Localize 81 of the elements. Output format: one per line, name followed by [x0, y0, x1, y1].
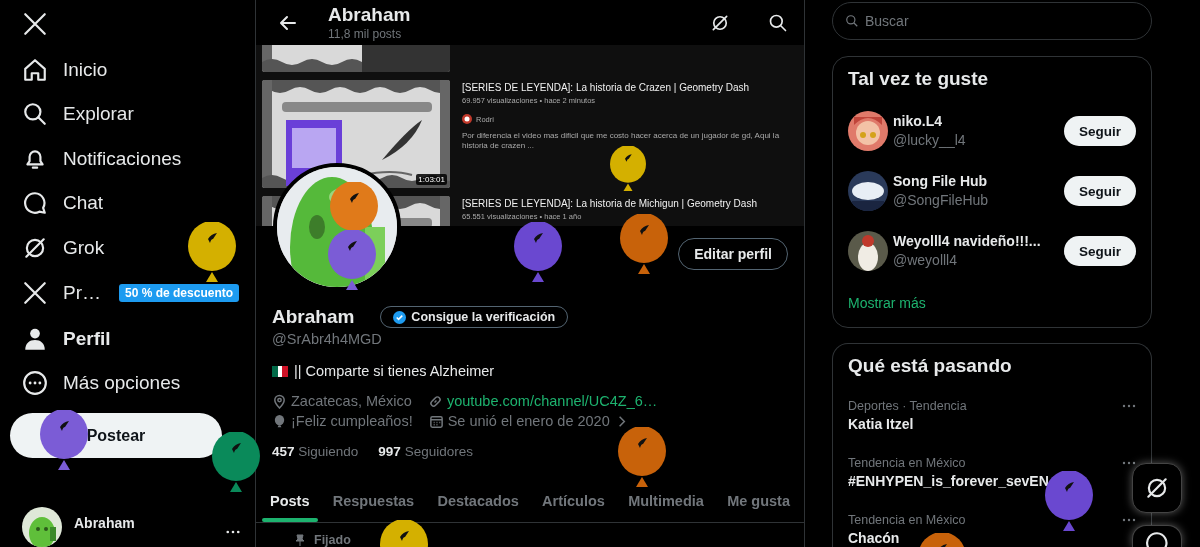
- join-date: Se unió el enero de 2020: [447, 412, 610, 431]
- trend-category: Tendencia en México: [848, 512, 966, 528]
- nav-item[interactable]: Grok: [10, 225, 117, 271]
- profile-name: Abraham: [272, 305, 355, 329]
- flag-icon: [272, 365, 288, 377]
- nav-item[interactable]: Perfil: [10, 316, 123, 361]
- balloon-icon: [610, 146, 646, 191]
- balloon-icon: [40, 410, 88, 470]
- trend-category: Deportes · Tendencia: [848, 398, 967, 414]
- grok-button[interactable]: [1132, 463, 1182, 513]
- verified-badge-icon: [393, 310, 407, 324]
- user-handle: @SongFileHub: [893, 191, 990, 210]
- speech-bubble-icon: [22, 190, 48, 217]
- pin-icon: [294, 534, 306, 546]
- nav-item[interactable]: Pr…: [10, 270, 113, 317]
- slashed-circle-icon: [1144, 475, 1170, 501]
- balloon-icon: [918, 533, 966, 547]
- search-icon: [22, 101, 48, 128]
- website-link[interactable]: youtube.com/channel/UC4Z_6…: [446, 391, 658, 411]
- followers-count[interactable]: 997 Seguidores: [378, 442, 473, 462]
- following-count[interactable]: 457 Siguiendo: [272, 442, 359, 462]
- profile-tab[interactable]: Artículos: [534, 480, 613, 522]
- profile-location: Zacatecas, México: [291, 392, 412, 411]
- balloon-icon: [618, 427, 666, 487]
- profile-handle: @SrAbr4h4MGD: [272, 330, 383, 349]
- video-title: [SERIES DE LEYENDA]: La historia de Crazen | Geometry Dash: [462, 82, 751, 93]
- trend-name: #ENHYPEN_is_forever_sevEN: [848, 472, 1049, 491]
- verification-button[interactable]: Consigue la verificación: [380, 306, 569, 328]
- nav-item[interactable]: Inicio: [10, 47, 120, 93]
- follow-button[interactable]: Seguir: [1064, 116, 1136, 146]
- search-field[interactable]: Buscar: [832, 2, 1152, 40]
- slashed-circle-icon: [22, 235, 48, 261]
- pinned-label: Fijado: [314, 533, 351, 547]
- follow-button[interactable]: Seguir: [1064, 176, 1136, 206]
- follow-button[interactable]: Seguir: [1064, 236, 1136, 266]
- user-name: Song File Hub: [893, 172, 989, 191]
- user-handle: @weyolll4: [893, 251, 958, 270]
- trend-name: Katia Itzel: [848, 415, 914, 434]
- profile-tab[interactable]: Destacados: [429, 480, 527, 522]
- link-icon: [427, 393, 443, 409]
- account-name: Abraham: [74, 514, 136, 532]
- channel-avatar-icon: [462, 114, 472, 124]
- user-handle: @lucky__l4: [893, 131, 967, 150]
- nav-item[interactable]: Notificaciones: [10, 136, 194, 182]
- nav-item[interactable]: Chat: [10, 181, 116, 226]
- edit-profile-button[interactable]: Editar perfil: [678, 238, 788, 270]
- birthday-text: ¡Feliz cumpleaños!: [291, 412, 413, 431]
- user-name: niko.L4: [893, 112, 943, 131]
- balloon-icon: [272, 413, 287, 429]
- profile-tab[interactable]: Respuestas: [324, 480, 423, 522]
- profile-title: Abraham: [328, 3, 412, 26]
- profile-bio: || Comparte si tienes Alzheimer: [294, 362, 495, 381]
- card-title: Qué está pasando: [847, 354, 1013, 378]
- discount-badge: 50 % de descuento: [119, 284, 240, 303]
- chat-button[interactable]: [1132, 525, 1182, 547]
- location-pin-icon: [272, 393, 287, 409]
- slashed-circle-icon[interactable]: [710, 12, 730, 33]
- balloon-icon: [188, 222, 236, 282]
- card-title: Tal vez te guste: [847, 67, 990, 91]
- nav-item[interactable]: Más opciones: [10, 360, 193, 406]
- balloon-icon: [380, 520, 428, 547]
- x-logo-icon[interactable]: [22, 10, 48, 37]
- trend-category: Tendencia en México: [848, 455, 966, 471]
- trend-name: Chacón: [848, 529, 900, 547]
- home-icon: [22, 56, 48, 83]
- profile-tab[interactable]: Me gusta: [719, 480, 798, 522]
- x-icon: [22, 280, 48, 307]
- user-name: Weyolll4 navideño!!!...: [893, 232, 1042, 251]
- profile-tab[interactable]: Multimedia: [620, 480, 712, 522]
- search-icon: [845, 14, 859, 28]
- profile-tab[interactable]: Posts: [262, 480, 318, 522]
- video-title: [SERIES DE LEYENDA]: La historia de Michigun | Geometry Dash: [462, 198, 758, 209]
- balloon-icon: [212, 432, 260, 492]
- video-description: Por diferencia el video mas dificil que me costo hacer acerca de un jugador de gd, Aqui la historia de crazen ...: [462, 131, 781, 151]
- search-icon[interactable]: [768, 12, 788, 33]
- calendar-icon: [428, 413, 444, 429]
- more-icon: [22, 370, 48, 397]
- show-more-link[interactable]: Mostrar más: [833, 281, 1151, 327]
- post-count: 11,8 mil posts: [328, 25, 403, 42]
- more-icon[interactable]: [226, 530, 240, 535]
- nav-item[interactable]: Explorar: [10, 92, 146, 137]
